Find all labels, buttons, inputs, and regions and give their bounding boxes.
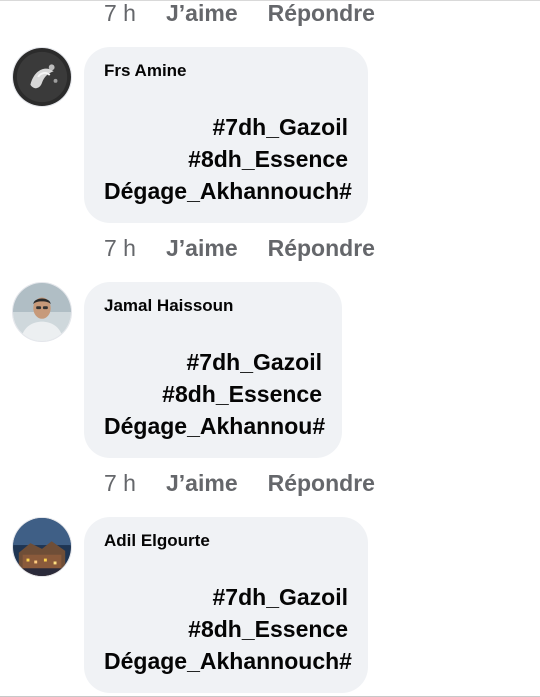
man-portrait-avatar-icon (13, 283, 71, 341)
comment-line[interactable]: #8dh_Essence (104, 143, 348, 175)
comment-author[interactable]: Jamal Haissoun (104, 297, 322, 315)
avatar[interactable] (12, 517, 72, 577)
like-button[interactable]: J’aime (166, 235, 238, 262)
comment-line: Dégage_Akhannouch# (104, 178, 352, 204)
comment-line[interactable]: #7dh_Gazoil (104, 346, 322, 378)
comment-timestamp[interactable]: 7 h (104, 235, 166, 262)
comment-text: #7dh_Gazoil #8dh_Essence Dégage_Akhannou… (104, 111, 352, 207)
comment-timestamp[interactable]: 7 h (104, 470, 166, 497)
comment-actions-row: 7 h J’aime Répondre (104, 468, 375, 498)
comment-line: Dégage_Akhannou# (104, 413, 326, 439)
night-city-avatar-icon (13, 518, 71, 576)
comment-actions-row: 7 h J’aime Répondre (104, 233, 375, 263)
comment-timestamp[interactable]: 7 h (104, 0, 166, 27)
comment-line[interactable]: #7dh_Gazoil (104, 111, 348, 143)
reply-button[interactable]: Répondre (268, 0, 375, 27)
like-button[interactable]: J’aime (166, 0, 238, 27)
comment-bubble: Adil Elgourte #7dh_Gazoil #8dh_Essence D… (84, 517, 368, 693)
comment-line: Dégage_Akhannouch# (104, 648, 352, 674)
comment-text: #7dh_Gazoil #8dh_Essence Dégage_Akhannou… (104, 581, 352, 677)
like-button[interactable]: J’aime (166, 470, 238, 497)
comment-line[interactable]: #7dh_Gazoil (104, 581, 348, 613)
comment-line[interactable]: #8dh_Essence (104, 613, 348, 645)
reply-button[interactable]: Répondre (268, 470, 375, 497)
avatar[interactable] (12, 47, 72, 107)
comment-actions-row: 7 h J’aime Répondre (104, 0, 375, 28)
comment-text: #7dh_Gazoil #8dh_Essence Dégage_Akhannou… (104, 346, 326, 442)
comment-bubble: Frs Amine #7dh_Gazoil #8dh_Essence Dégag… (84, 47, 368, 223)
avatar[interactable] (12, 282, 72, 342)
comment-line[interactable]: #8dh_Essence (104, 378, 322, 410)
comment-bubble: Jamal Haissoun #7dh_Gazoil #8dh_Essence … (84, 282, 342, 458)
comment-author[interactable]: Frs Amine (104, 62, 348, 80)
dark-spray-avatar-icon (13, 48, 71, 106)
comment-author[interactable]: Adil Elgourte (104, 532, 348, 550)
reply-button[interactable]: Répondre (268, 235, 375, 262)
